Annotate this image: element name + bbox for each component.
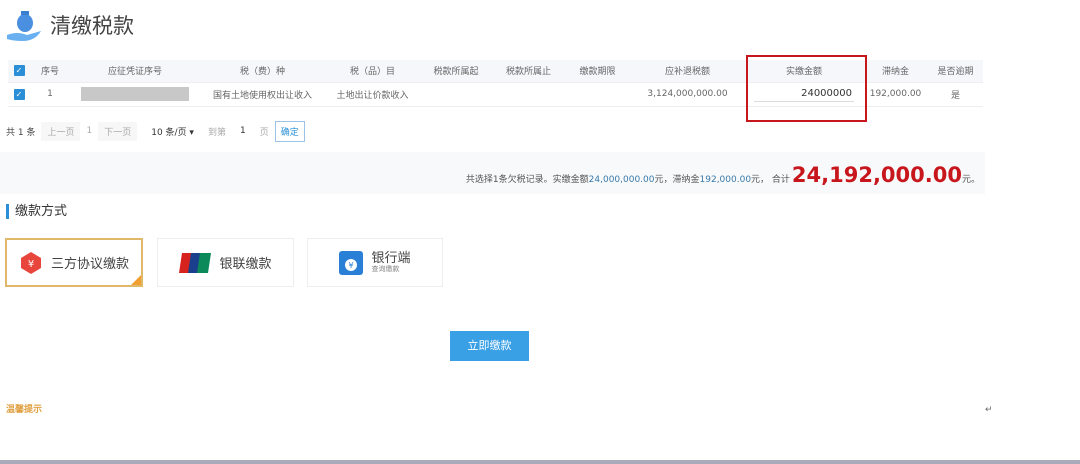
col-header: 应补退税额 [630, 60, 745, 83]
tripartite-icon: ¥ [20, 251, 41, 274]
confirm-button[interactable]: 确定 [274, 120, 305, 142]
method-unionpay[interactable]: 银联缴款 [157, 238, 294, 287]
cell-tax-type: 国有土地使用权出让收入 [200, 82, 325, 107]
return-mark-icon: ↵ [985, 405, 993, 415]
total-count: 共 1 条 [6, 127, 36, 138]
unionpay-icon [179, 252, 212, 273]
cell-tax-item: 土地出让价款收入 [325, 82, 420, 107]
col-header: 税（费）种 [200, 60, 325, 83]
method-sublabel: 查询缴款 [371, 264, 400, 273]
page-size-select[interactable]: 10 条/页 ▾ [151, 125, 194, 138]
pay-now-button[interactable]: 立即缴款 [450, 331, 529, 361]
col-header: 缴款期限 [565, 60, 630, 83]
col-header: 税（品）目 [325, 60, 420, 83]
cell-overdue: 是 [928, 82, 983, 107]
method-label: 银行端 [371, 250, 411, 266]
col-header: 税款所属止 [492, 60, 565, 83]
money-bag-hand-icon [7, 11, 41, 41]
row-checkbox[interactable]: ✓ [13, 88, 25, 100]
col-header: 税款所属起 [420, 60, 492, 83]
next-page-button[interactable]: 下一页 [98, 121, 138, 141]
col-header: 序号 [30, 60, 70, 83]
col-header: 是否逾期 [928, 60, 983, 83]
cell-late-fee: 192,000.00 [863, 82, 928, 107]
method-label: 三方协议缴款 [50, 257, 129, 272]
goto-label: 到第 [207, 127, 226, 138]
summary-total: 24,192,000.00 [791, 163, 962, 187]
selected-corner-icon [131, 275, 141, 285]
prev-page-button[interactable]: 上一页 [41, 121, 81, 141]
cell-period-start [420, 82, 492, 107]
tip-label: 温馨提示 [6, 405, 43, 415]
redacted-voucher [81, 87, 189, 101]
method-bank[interactable]: ¥ 银行端 查询缴款 [307, 238, 443, 287]
current-page[interactable]: 1 [86, 126, 92, 136]
method-label: 银联缴款 [219, 257, 272, 272]
highlight-box [746, 55, 867, 122]
cell-period-end [492, 82, 565, 107]
page-unit: 页 [259, 127, 269, 138]
bottom-border [0, 460, 1080, 464]
cell-due: 3,124,000,000.00 [630, 82, 745, 107]
summary-text: 元，滞纳金 [654, 175, 700, 185]
svg-text:¥: ¥ [28, 259, 34, 270]
summary-late: 192,000.00 [699, 175, 752, 185]
select-all-checkbox[interactable]: ✓ [13, 65, 25, 77]
svg-text:¥: ¥ [349, 261, 354, 270]
method-tripartite[interactable]: ¥ 三方协议缴款 [5, 238, 143, 287]
summary-text: 元， 合计 [751, 175, 790, 185]
section-title: 缴款方式 [6, 204, 67, 219]
page-title: 清缴税款 [50, 14, 134, 38]
pagination: 共 1 条 上一页 1 下一页 10 条/页 ▾ 到第 1 页 确定 [6, 120, 305, 142]
cell-index: 1 [30, 82, 70, 107]
col-header: 应征凭证序号 [70, 60, 200, 83]
cell-deadline [565, 82, 630, 107]
goto-input[interactable]: 1 [232, 126, 254, 136]
summary-suffix: 元。 [961, 175, 980, 185]
bank-bag-icon: ¥ [339, 250, 364, 275]
summary-prefix: 共选择1条欠税记录。实缴金额 [465, 175, 589, 185]
col-header: 滞纳金 [863, 60, 928, 83]
summary-paid: 24,000,000.00 [588, 175, 655, 185]
summary: 共选择1条欠税记录。实缴金额 24,000,000.00 元，滞纳金 192,0… [466, 163, 980, 187]
